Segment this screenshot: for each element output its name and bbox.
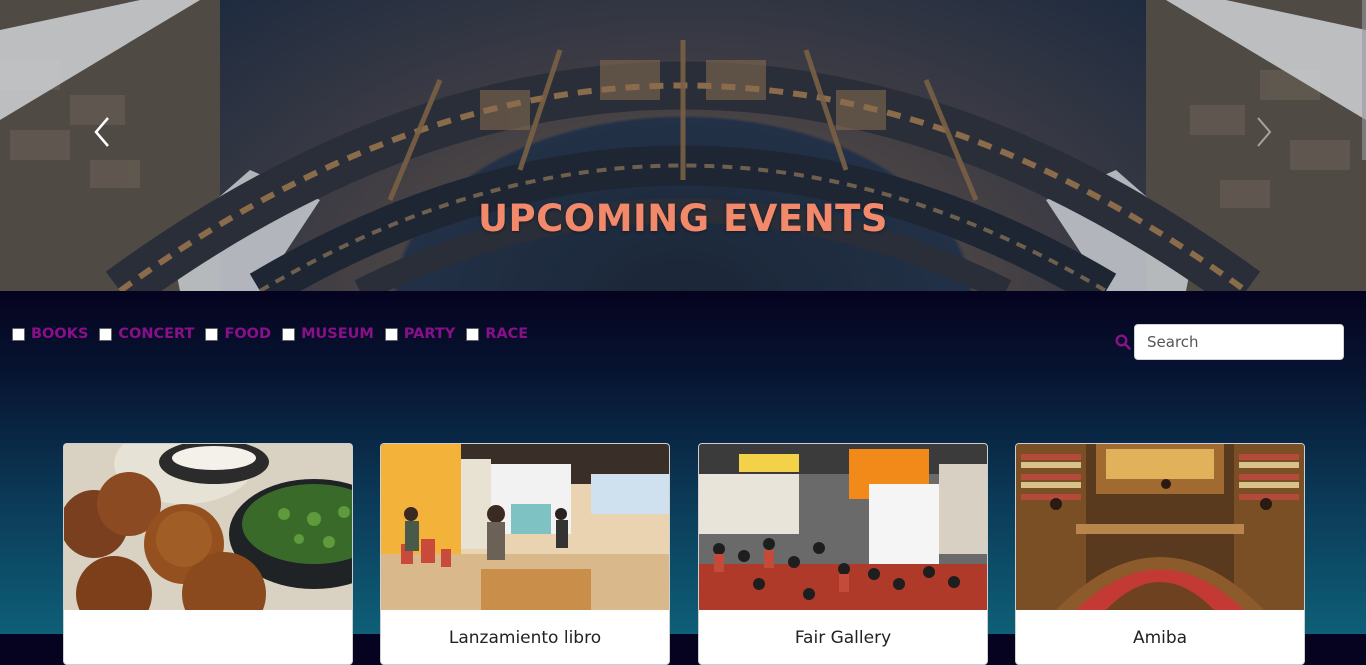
event-title: Fair Gallery bbox=[794, 628, 892, 648]
event-title bbox=[64, 610, 352, 628]
filter-books[interactable]: BOOKS bbox=[12, 326, 88, 342]
event-title: Amiba bbox=[1132, 628, 1188, 648]
filter-race[interactable]: RACE bbox=[466, 326, 528, 342]
chevron-left-icon bbox=[94, 117, 109, 147]
page-title: UPCOMING EVENTS bbox=[477, 197, 889, 240]
event-card[interactable]: Amiba bbox=[1015, 443, 1305, 665]
carousel-next-button[interactable] bbox=[1250, 114, 1280, 150]
checkbox[interactable] bbox=[205, 327, 219, 341]
filter-label: BOOKS bbox=[31, 326, 89, 342]
hero-banner: UPCOMING EVENTS bbox=[0, 0, 1366, 291]
checkbox[interactable] bbox=[12, 327, 25, 341]
search-bar bbox=[1114, 324, 1344, 360]
checkbox[interactable] bbox=[384, 327, 398, 341]
hero-image bbox=[0, 0, 1366, 291]
filter-label: CONCERT bbox=[118, 326, 195, 342]
checkbox[interactable] bbox=[282, 327, 296, 341]
event-image bbox=[1016, 444, 1304, 610]
filter-concert[interactable]: CONCERT bbox=[99, 326, 194, 342]
chevron-right-icon bbox=[1257, 117, 1272, 147]
checkbox[interactable] bbox=[466, 327, 480, 341]
category-filters: BOOKS CONCERT FOOD MUSEUM PARTY RACE bbox=[12, 326, 539, 342]
filter-label: PARTY bbox=[403, 326, 456, 342]
filter-label: MUSEUM bbox=[301, 326, 374, 342]
carousel-prev-button[interactable] bbox=[88, 114, 118, 150]
event-card[interactable]: Fair Gallery bbox=[698, 443, 988, 665]
filter-party[interactable]: PARTY bbox=[384, 326, 456, 342]
event-card[interactable]: Lanzamiento libro bbox=[380, 443, 670, 665]
filter-label: FOOD bbox=[224, 326, 272, 342]
search-input[interactable] bbox=[1134, 324, 1344, 360]
filter-museum[interactable]: MUSEUM bbox=[282, 326, 374, 342]
filter-food[interactable]: FOOD bbox=[205, 326, 271, 342]
scrollbar[interactable] bbox=[1362, 0, 1366, 160]
filter-label: RACE bbox=[485, 326, 529, 342]
checkbox[interactable] bbox=[99, 327, 113, 341]
event-image bbox=[381, 444, 669, 610]
search-icon[interactable] bbox=[1114, 333, 1132, 351]
event-card[interactable] bbox=[63, 443, 353, 665]
event-image bbox=[64, 444, 352, 610]
event-image bbox=[699, 444, 987, 610]
event-title: Lanzamiento libro bbox=[448, 628, 602, 648]
